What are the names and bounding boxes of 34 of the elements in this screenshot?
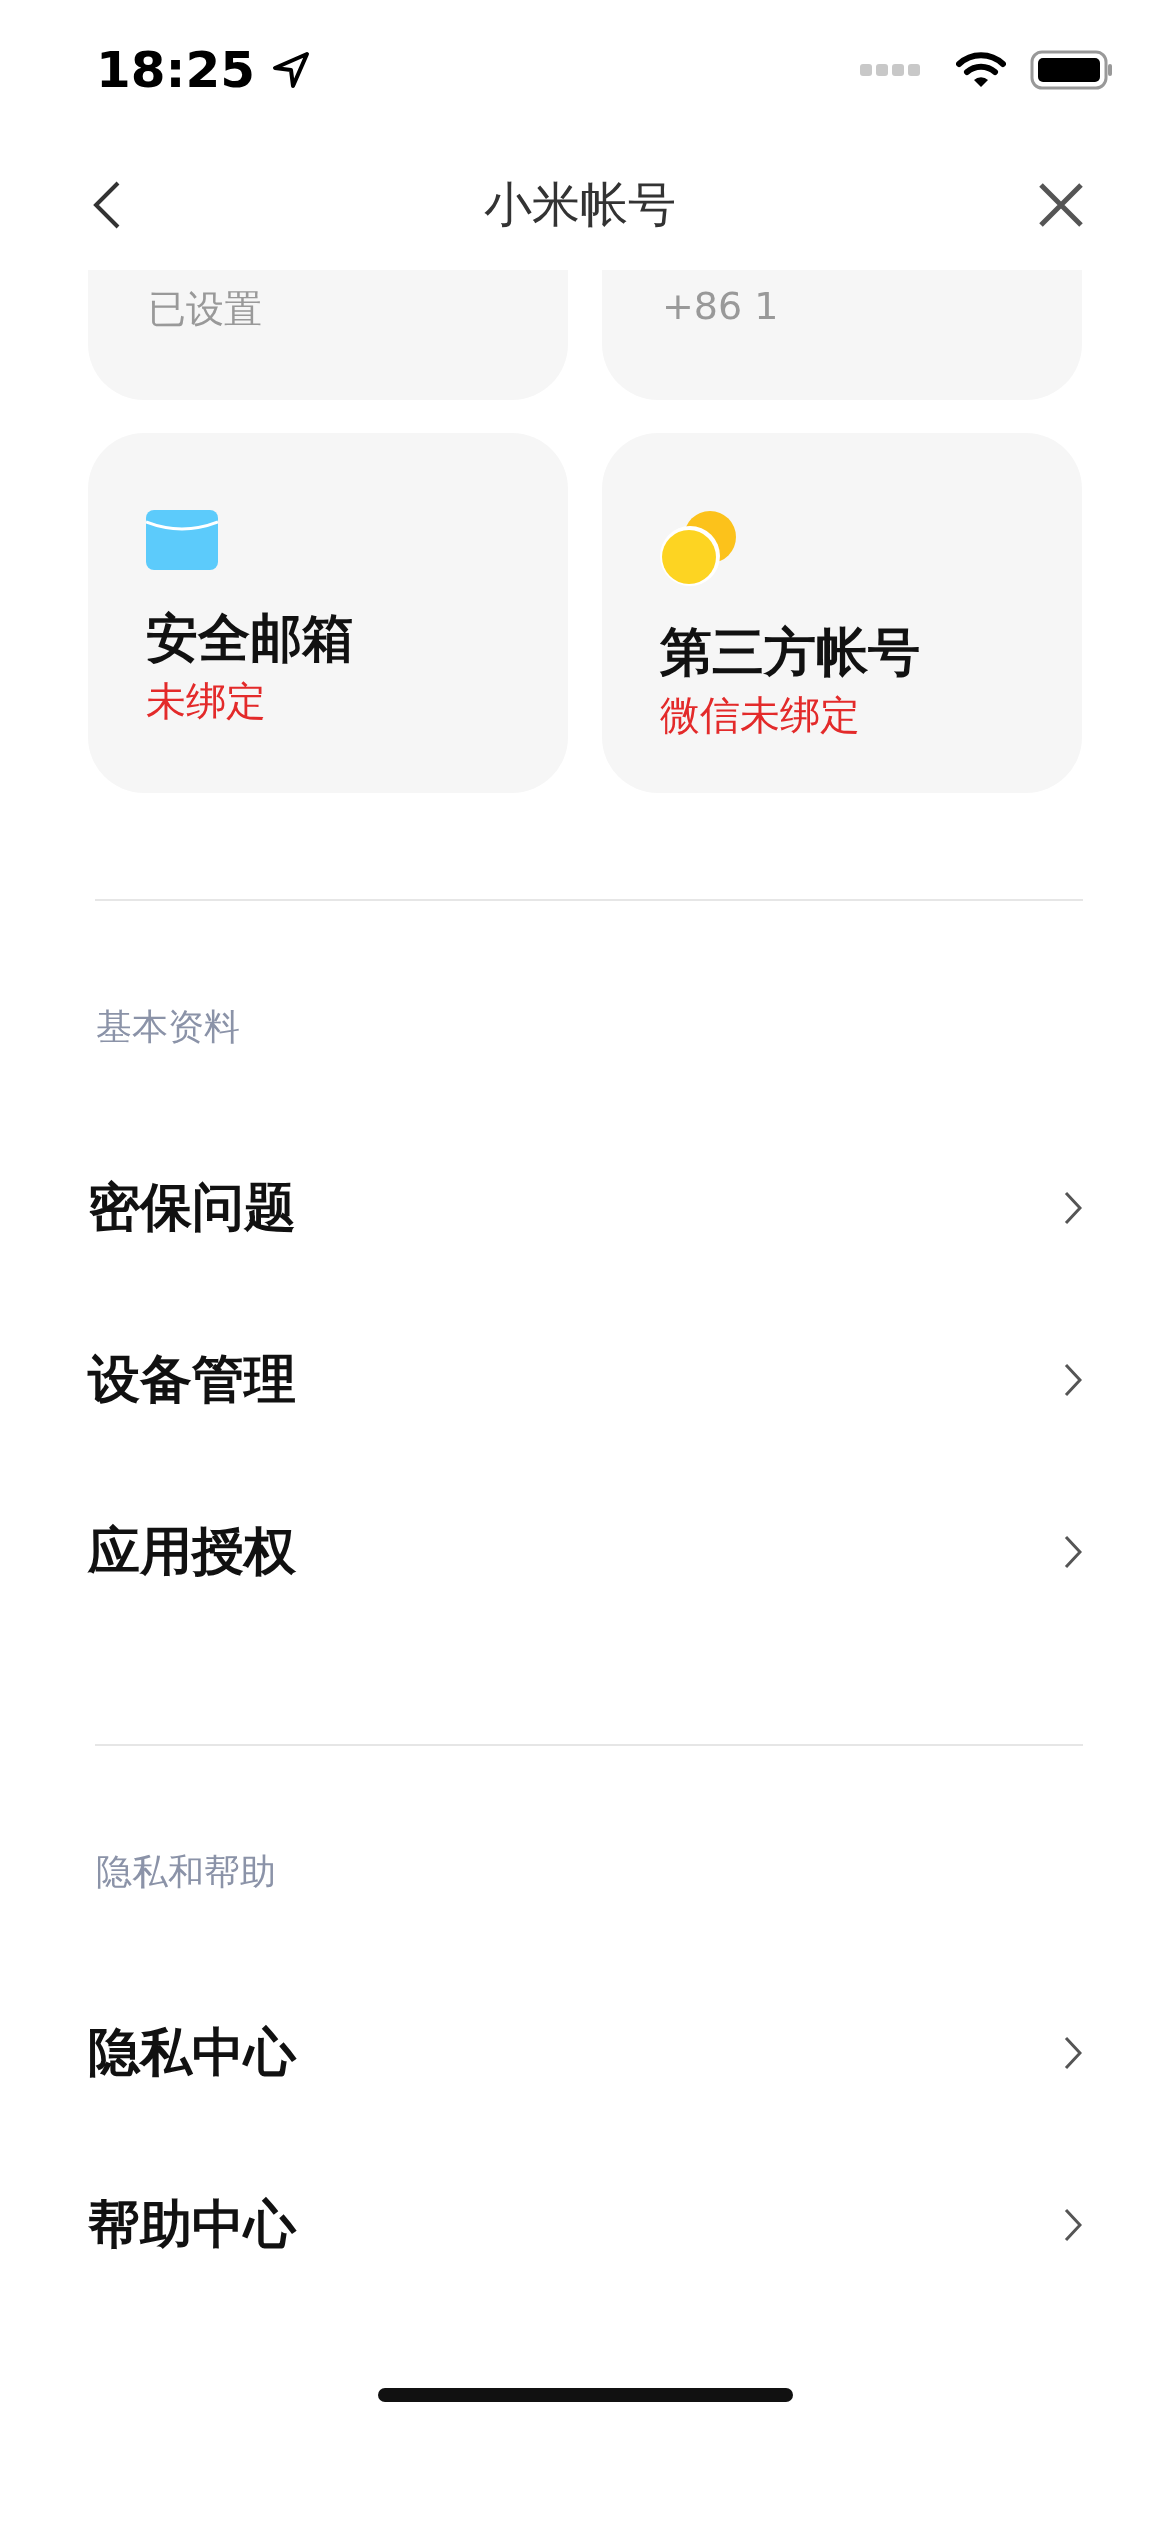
- card-subtitle: +86 1: [662, 284, 780, 328]
- back-icon[interactable]: [92, 180, 122, 230]
- menu-item-label: 应用授权: [88, 1520, 296, 1583]
- menu-item-label: 帮助中心: [88, 2193, 296, 2256]
- location-arrow-icon: [271, 50, 312, 90]
- section-header: 基本资料: [95, 1005, 241, 1049]
- battery-icon: [1030, 50, 1114, 90]
- account-card[interactable]: 第三方帐号 微信未绑定: [602, 433, 1082, 793]
- card-title: 安全邮箱: [146, 607, 355, 670]
- account-card[interactable]: 安全邮箱 未绑定: [88, 433, 568, 793]
- wifi-icon: [956, 51, 1006, 89]
- envelope-icon: [146, 510, 218, 570]
- menu-item[interactable]: 应用授权: [0, 1466, 1170, 1638]
- page-title: 小米帐号: [484, 175, 676, 234]
- menu-item[interactable]: 隐私中心: [0, 1967, 1170, 2139]
- chevron-right-icon: [1064, 1535, 1082, 1569]
- menu-item[interactable]: 设备管理: [0, 1294, 1170, 1466]
- signal-icon: [860, 62, 922, 78]
- card-subtitle: 未绑定: [146, 677, 267, 726]
- chevron-right-icon: [1064, 1191, 1082, 1225]
- chevron-right-icon: [1064, 1363, 1082, 1397]
- section-header: 隐私和帮助: [95, 1850, 277, 1894]
- status-time: 18:25: [96, 41, 256, 99]
- menu-item[interactable]: 密保问题: [0, 1122, 1170, 1294]
- menu-item-label: 密保问题: [88, 1176, 296, 1239]
- menu-item-label: 隐私中心: [88, 2021, 296, 2084]
- close-icon[interactable]: [1038, 182, 1084, 228]
- chevron-right-icon: [1064, 2208, 1082, 2242]
- card-title: 第三方帐号: [660, 621, 921, 684]
- chevron-right-icon: [1064, 2036, 1082, 2070]
- card-subtitle: 微信未绑定: [660, 691, 861, 740]
- card-subtitle: 已设置: [148, 286, 263, 333]
- menu-item[interactable]: 帮助中心: [0, 2139, 1170, 2311]
- menu-item-label: 设备管理: [88, 1348, 296, 1411]
